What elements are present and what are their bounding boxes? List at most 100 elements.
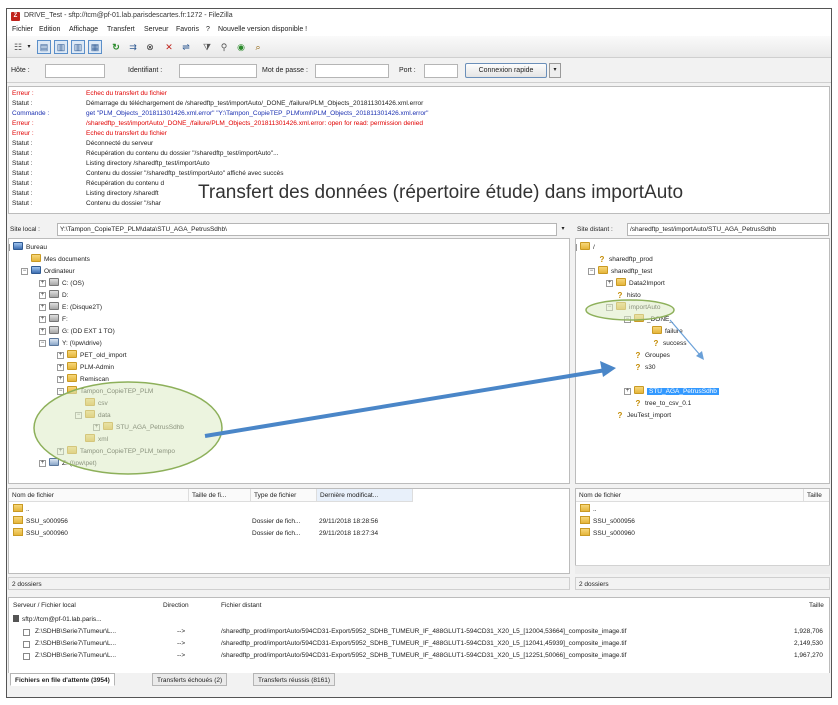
remote-file-row[interactable]: SSU_s000956 bbox=[580, 516, 635, 527]
local-expander-icon[interactable]: − bbox=[39, 340, 46, 347]
toggle-local-tree-icon[interactable]: ▥ bbox=[54, 40, 68, 54]
local-expander-icon[interactable]: + bbox=[39, 460, 46, 467]
remote-expander-icon[interactable]: + bbox=[606, 280, 613, 287]
password-input[interactable] bbox=[315, 64, 389, 78]
local-column-header[interactable]: Nom de fichier bbox=[9, 489, 189, 502]
local-tree-node[interactable]: Y: (\\pw\drive) bbox=[49, 338, 102, 349]
remote-column-header[interactable]: Nom de fichier bbox=[576, 489, 804, 502]
local-tree-node[interactable]: Tampon_CopieTEP_PLM_tempo bbox=[67, 446, 175, 457]
local-tree-node[interactable]: Bureau bbox=[13, 242, 47, 253]
remote-expander-icon[interactable]: − bbox=[588, 268, 595, 275]
remote-tree-node[interactable]: ? histo bbox=[616, 290, 641, 301]
local-tree-node[interactable]: E: (Disque2T) bbox=[49, 302, 102, 313]
local-path-input[interactable]: Y:\Tampon_CopieTEP_PLM\data\STU_AGA_Petr… bbox=[57, 223, 557, 236]
quickconnect-dropdown-button[interactable]: ▾ bbox=[549, 63, 561, 78]
remote-tree-node[interactable]: failure bbox=[652, 326, 683, 337]
remote-expander-icon[interactable]: − bbox=[624, 316, 631, 323]
remote-file-row[interactable]: .. bbox=[580, 504, 597, 515]
local-tree-node[interactable]: STU_AGA_PetrusSdhb bbox=[103, 422, 184, 433]
local-expander-icon[interactable]: + bbox=[39, 280, 46, 287]
host-input[interactable] bbox=[45, 64, 105, 78]
queue-header-local[interactable]: Serveur / Fichier local bbox=[13, 599, 76, 612]
remote-file-row[interactable]: SSU_s000960 bbox=[580, 528, 635, 539]
remote-tree-node[interactable]: ? Groupes bbox=[634, 350, 670, 361]
cancel-icon[interactable]: ⊗ bbox=[143, 40, 157, 54]
remote-tree-node[interactable]: STU_AGA_PetrusSdhb bbox=[634, 386, 719, 397]
process-queue-icon[interactable]: ⇉ bbox=[126, 40, 140, 54]
remote-expander-icon[interactable]: + bbox=[624, 388, 631, 395]
refresh-icon[interactable]: ↻ bbox=[109, 40, 123, 54]
queue-row[interactable]: Z:\SDHB\Serie7\Tumeur\L... --> /sharedftp_… bbox=[9, 626, 829, 638]
remote-expander-icon[interactable]: − bbox=[576, 244, 577, 251]
sync-browse-icon[interactable]: ◉ bbox=[234, 40, 248, 54]
local-expander-icon[interactable]: + bbox=[93, 424, 100, 431]
local-expander-icon[interactable]: + bbox=[57, 352, 64, 359]
local-tree-node[interactable]: Mes documents bbox=[31, 254, 90, 265]
local-expander-icon[interactable]: + bbox=[39, 304, 46, 311]
remote-tree-node[interactable]: sharedftp_test bbox=[598, 266, 652, 277]
menu-new-version[interactable]: Nouvelle version disponible ! bbox=[218, 26, 307, 33]
remote-expander-icon[interactable]: − bbox=[606, 304, 613, 311]
menu-favoris[interactable]: Favoris bbox=[176, 26, 199, 33]
queue-row[interactable]: Z:\SDHB\Serie7\Tumeur\L... --> /sharedftp_… bbox=[9, 638, 829, 650]
local-tree-node[interactable]: G: (DD EXT 1 TO) bbox=[49, 326, 115, 337]
reconnect-icon[interactable]: ⇌ bbox=[179, 40, 193, 54]
dropdown-arrow-icon[interactable]: ▾ bbox=[25, 40, 33, 54]
remote-column-header[interactable]: Taille bbox=[804, 489, 829, 502]
local-expander-icon[interactable]: + bbox=[39, 292, 46, 299]
local-expander-icon[interactable]: + bbox=[57, 376, 64, 383]
remote-horizontal-scrollbar[interactable] bbox=[575, 565, 830, 574]
local-file-row[interactable]: .. bbox=[13, 504, 433, 515]
remote-tree-node[interactable]: _DONE_ bbox=[634, 314, 673, 325]
menu-edition[interactable]: Edition bbox=[39, 26, 60, 33]
menu-fichier[interactable]: Fichier bbox=[12, 26, 33, 33]
menu-transfert[interactable]: Transfert bbox=[107, 26, 135, 33]
queue-header-size[interactable]: Taille bbox=[809, 599, 824, 612]
user-input[interactable] bbox=[179, 64, 257, 78]
compare-icon[interactable]: ⚲ bbox=[217, 40, 231, 54]
local-tree-node[interactable]: F: bbox=[49, 314, 68, 325]
local-column-header[interactable]: Type de fichier bbox=[251, 489, 317, 502]
local-tree-node[interactable]: D: bbox=[49, 290, 69, 301]
local-expander-icon[interactable]: + bbox=[39, 316, 46, 323]
site-manager-icon[interactable]: ☷ bbox=[11, 40, 25, 54]
local-tree-node[interactable]: PLM-Admin bbox=[67, 362, 114, 373]
toggle-queue-icon[interactable]: ▦ bbox=[88, 40, 102, 54]
disconnect-icon[interactable]: ✕ bbox=[162, 40, 176, 54]
remote-tree-node[interactable]: ? success bbox=[652, 338, 687, 349]
local-tree-node[interactable]: C: (OS) bbox=[49, 278, 84, 289]
toggle-remote-tree-icon[interactable]: ▥ bbox=[71, 40, 85, 54]
local-column-header[interactable]: Taille de fi... bbox=[189, 489, 251, 502]
toggle-log-icon[interactable]: ▤ bbox=[37, 40, 51, 54]
local-column-header[interactable]: Dernière modificat... bbox=[317, 489, 413, 502]
port-input[interactable] bbox=[424, 64, 458, 78]
quickconnect-button[interactable]: Connexion rapide bbox=[465, 63, 547, 78]
local-tree-node[interactable]: xml bbox=[85, 434, 108, 445]
queue-server-row[interactable]: sftp://tcm@pf-01.lab.paris... bbox=[13, 614, 102, 626]
remote-tree-node[interactable]: ? JeuTest_import bbox=[616, 410, 672, 421]
local-expander-icon[interactable]: − bbox=[75, 412, 82, 419]
remote-tree-node[interactable]: ? tree_to_csv_0.1 bbox=[634, 398, 692, 409]
local-tree-node[interactable]: csv bbox=[85, 398, 108, 409]
remote-tree-node[interactable]: importAuto bbox=[616, 302, 660, 313]
local-path-dropdown-icon[interactable]: ▾ bbox=[558, 223, 568, 236]
local-tree-node[interactable]: Remiscan bbox=[67, 374, 109, 385]
queue-row[interactable]: Z:\SDHB\Serie7\Tumeur\L... --> /sharedftp_… bbox=[9, 650, 829, 662]
local-expander-icon[interactable]: − bbox=[21, 268, 28, 275]
remote-tree-node[interactable]: ? sharedftp_prod bbox=[598, 254, 653, 265]
local-expander-icon[interactable]: + bbox=[57, 448, 64, 455]
local-expander-icon[interactable]: − bbox=[9, 244, 10, 251]
remote-tree-node[interactable]: ? s30 bbox=[634, 362, 656, 373]
local-tree-node[interactable]: Tampon_CopieTEP_PLM bbox=[67, 386, 153, 397]
local-tree-node[interactable]: data bbox=[85, 410, 111, 421]
filter-icon[interactable]: ⧩ bbox=[200, 40, 214, 54]
queue-header-direction[interactable]: Direction bbox=[163, 599, 189, 612]
menu-serveur[interactable]: Serveur bbox=[144, 26, 169, 33]
queue-tab[interactable]: Transferts réussis (8161) bbox=[253, 673, 336, 686]
menu-help[interactable]: ? bbox=[206, 26, 210, 33]
local-tree-node[interactable]: Ordinateur bbox=[31, 266, 75, 277]
queue-tab[interactable]: Transferts échoués (2) bbox=[152, 673, 228, 686]
menu-affichage[interactable]: Affichage bbox=[69, 26, 98, 33]
local-expander-icon[interactable]: − bbox=[57, 388, 64, 395]
queue-header-remote[interactable]: Fichier distant bbox=[221, 599, 261, 612]
